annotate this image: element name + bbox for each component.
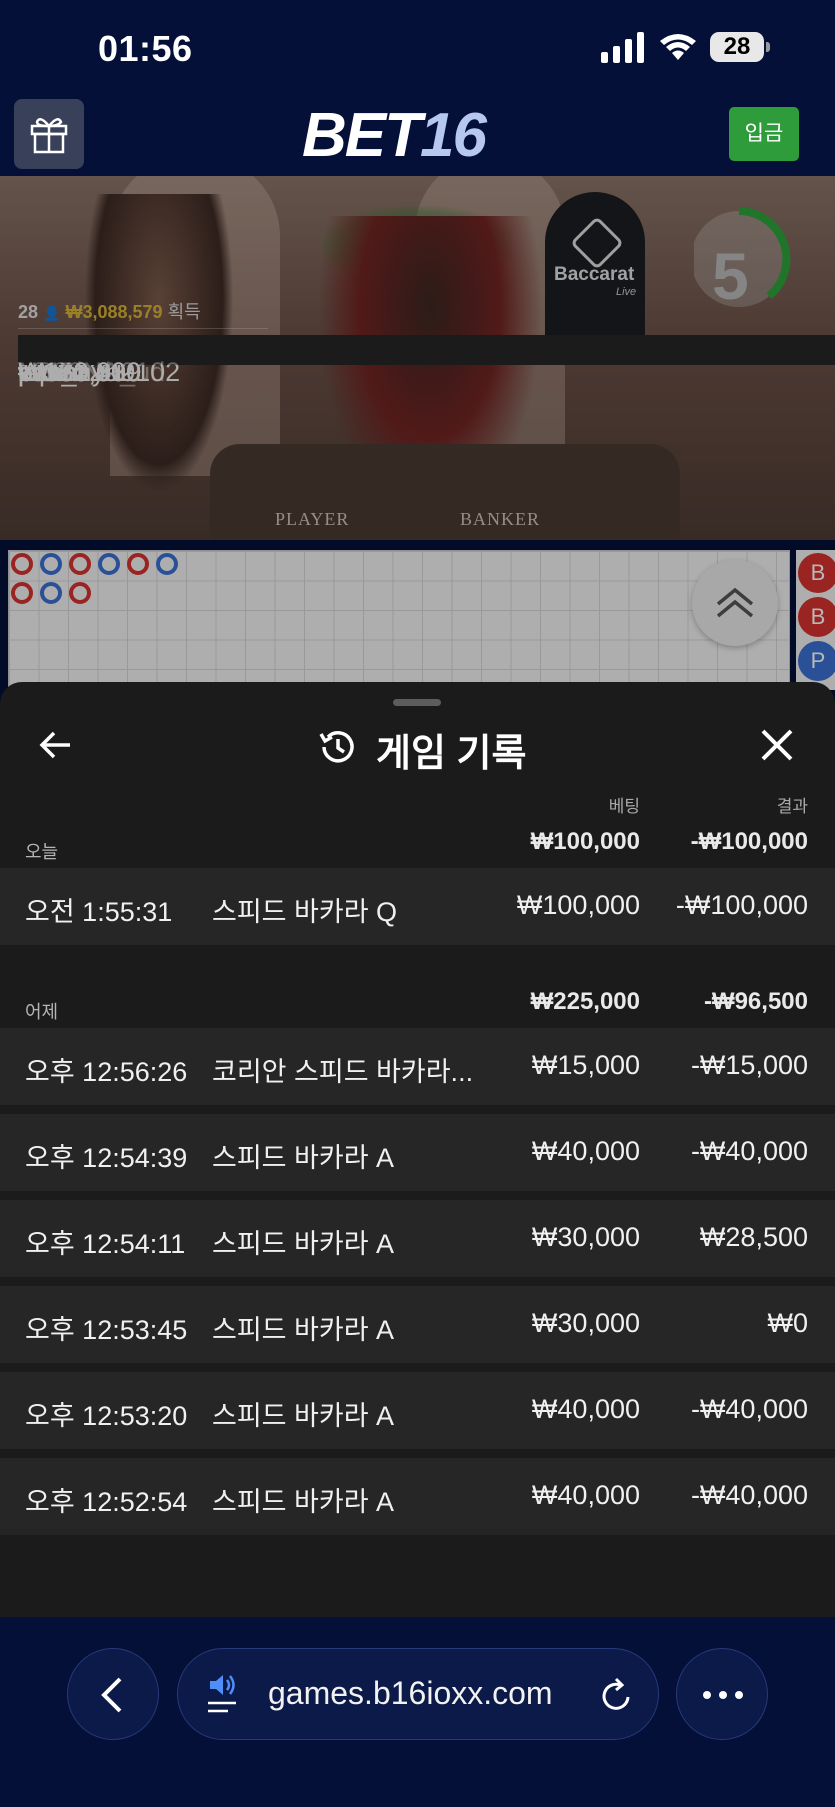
battery-icon: 28 (710, 32, 772, 64)
audio-playing-icon (208, 1675, 236, 1713)
chevron-left-icon (101, 1677, 122, 1713)
group-result-total: -₩96,500 (703, 988, 808, 1015)
history-icon (319, 731, 354, 763)
sheet-title: 게임 기록 (376, 733, 527, 775)
group-result-total: -₩100,000 (690, 828, 808, 855)
status-bar: 01:56 28 (0, 0, 835, 96)
column-header-bet: 베팅 (608, 797, 640, 816)
group-bet-total: ₩100,000 (530, 828, 640, 855)
bet16-logo[interactable]: BET16 (302, 100, 487, 171)
history-row[interactable]: 오후 12:56:26 코리안 스피드 바카라... ₩15,000 -₩15,… (0, 1028, 835, 1105)
history-row[interactable]: 오후 12:53:45 스피드 바카라 A ₩30,000 ₩0 (0, 1286, 835, 1363)
game-history-sheet: 게임 기록 베팅 결과 오늘 ₩100,000 -₩100,000 오전 1:5… (0, 682, 835, 1617)
app-header: BET16 입금 (0, 96, 835, 176)
gift-icon (30, 118, 68, 154)
reload-icon[interactable] (600, 1677, 634, 1713)
history-row[interactable]: 오후 12:54:39 스피드 바카라 A ₩40,000 -₩40,000 (0, 1114, 835, 1191)
sheet-grabber[interactable] (393, 699, 441, 706)
group-label: 오늘 (25, 842, 59, 862)
back-arrow-icon[interactable] (38, 727, 74, 763)
browser-back-button[interactable] (67, 1648, 159, 1740)
history-row[interactable]: 오후 12:53:20 스피드 바카라 A ₩40,000 -₩40,000 (0, 1372, 835, 1449)
history-row[interactable]: 오전 1:55:31 스피드 바카라 Q ₩100,000 -₩100,000 (0, 868, 835, 945)
browser-toolbar: games.b16ioxx.com (0, 1617, 835, 1807)
history-row[interactable]: 오후 12:54:11 스피드 바카라 A ₩30,000 ₩28,500 (0, 1200, 835, 1277)
group-bet-total: ₩225,000 (530, 988, 640, 1015)
group-label: 어제 (25, 1002, 59, 1022)
deposit-button[interactable]: 입금 (729, 107, 799, 161)
wifi-icon (660, 34, 696, 60)
status-time: 01:56 (98, 28, 193, 69)
url-text: games.b16ioxx.com (268, 1675, 553, 1711)
history-row[interactable]: 오후 12:52:54 스피드 바카라 A ₩40,000 -₩40,000 (0, 1458, 835, 1535)
group-header-today: 오늘 ₩100,000 -₩100,000 (0, 822, 835, 862)
address-bar[interactable]: games.b16ioxx.com (177, 1648, 659, 1740)
group-header-yesterday: 어제 ₩225,000 -₩96,500 (0, 982, 835, 1022)
column-header-result: 결과 (776, 797, 808, 816)
cellular-signal-icon (601, 32, 644, 63)
battery-level: 28 (710, 32, 764, 62)
ellipsis-icon (703, 1691, 743, 1699)
list-fade-overlay (0, 1525, 835, 1617)
more-options-button[interactable] (676, 1648, 768, 1740)
close-icon[interactable] (757, 725, 797, 765)
gift-button[interactable] (14, 99, 84, 169)
